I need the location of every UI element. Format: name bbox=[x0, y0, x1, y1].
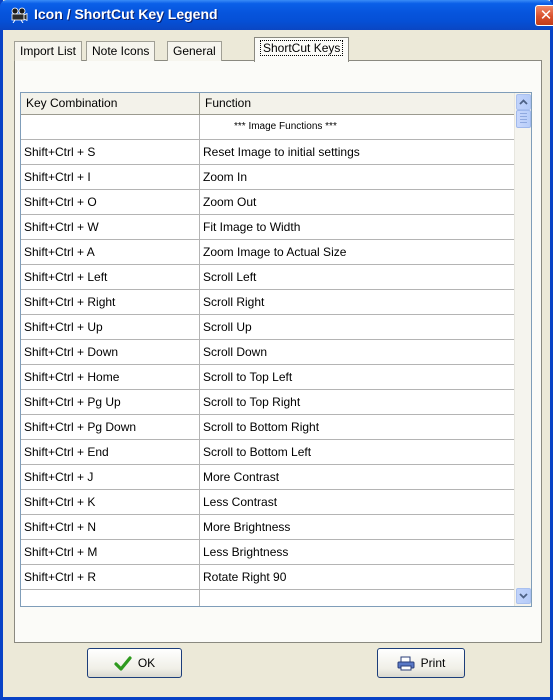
function-cell: More Contrast bbox=[200, 465, 516, 489]
table-row[interactable]: Shift+Ctrl + K Less Contrast bbox=[21, 490, 516, 515]
function-cell: More Brightness bbox=[200, 515, 516, 539]
key-combination-cell: Shift+Ctrl + Pg Up bbox=[21, 390, 200, 414]
function-cell: Reset Image to initial settings bbox=[200, 140, 516, 164]
key-combination-cell bbox=[21, 115, 200, 139]
key-combination-cell: Shift+Ctrl + Pg Down bbox=[21, 415, 200, 439]
table-row[interactable]: Shift+Ctrl + I Zoom In bbox=[21, 165, 516, 190]
tab-import-list[interactable]: Import List bbox=[14, 41, 83, 61]
vertical-scrollbar[interactable] bbox=[514, 93, 531, 606]
key-combination-cell: Shift+Ctrl + Down bbox=[21, 340, 200, 364]
function-cell: Scroll Right bbox=[200, 290, 516, 314]
key-combination-cell: Shift+Ctrl + Right bbox=[21, 290, 200, 314]
function-cell: Less Brightness bbox=[200, 540, 516, 564]
key-combination-cell: Shift+Ctrl + I bbox=[21, 165, 200, 189]
function-cell: Zoom Out bbox=[200, 190, 516, 214]
key-combination-cell: Shift+Ctrl + W bbox=[21, 215, 200, 239]
tab-general[interactable]: General bbox=[167, 41, 222, 61]
table-row[interactable]: Shift+Ctrl + A Zoom Image to Actual Size bbox=[21, 240, 516, 265]
ok-label: OK bbox=[137, 656, 156, 670]
key-combination-cell: Shift+Ctrl + A bbox=[21, 240, 200, 264]
shortcut-grid[interactable]: Key Combination Function *** Image Funct… bbox=[20, 92, 532, 607]
print-label: Print bbox=[420, 656, 446, 670]
close-icon: ✕ bbox=[539, 7, 553, 24]
key-combination-cell: Shift+Ctrl + J bbox=[21, 465, 200, 489]
table-row[interactable]: Shift+Ctrl + End Scroll to Bottom Left bbox=[21, 440, 516, 465]
table-row[interactable]: Shift+Ctrl + Up Scroll Up bbox=[21, 315, 516, 340]
window-title: Icon / ShortCut Key Legend bbox=[34, 6, 218, 22]
key-combination-cell: Shift+Ctrl + Left bbox=[21, 265, 200, 289]
key-combination-cell: Shift+Ctrl + K bbox=[21, 490, 200, 514]
table-row[interactable]: Shift+Ctrl + R Rotate Right 90 bbox=[21, 565, 516, 590]
tab-label: Import List bbox=[20, 44, 77, 58]
function-cell: Scroll Down bbox=[200, 340, 516, 364]
tab-label: General bbox=[173, 44, 216, 58]
table-row[interactable]: Shift+Ctrl + Down Scroll Down bbox=[21, 340, 516, 365]
key-combination-cell: Shift+Ctrl + Up bbox=[21, 315, 200, 339]
function-cell: *** Image Functions *** bbox=[200, 115, 516, 139]
key-combination-cell: Shift+Ctrl + R bbox=[21, 565, 200, 589]
table-row[interactable]: Shift+Ctrl + Pg Up Scroll to Top Right bbox=[21, 390, 516, 415]
table-row[interactable]: Shift+Ctrl + Left Scroll Left bbox=[21, 265, 516, 290]
scroll-down-button[interactable] bbox=[516, 588, 531, 604]
function-cell: Scroll Up bbox=[200, 315, 516, 339]
key-combination-cell: Shift+Ctrl + Home bbox=[21, 365, 200, 389]
table-row[interactable]: Shift+Ctrl + W Fit Image to Width bbox=[21, 215, 516, 240]
chevron-down-icon bbox=[519, 593, 528, 599]
tab-label: ShortCut Keys bbox=[260, 40, 344, 56]
close-button[interactable]: ✕ bbox=[535, 5, 553, 26]
table-row[interactable] bbox=[21, 590, 516, 606]
table-row[interactable]: *** Image Functions *** bbox=[21, 115, 516, 140]
table-row[interactable]: Shift+Ctrl + S Reset Image to initial set… bbox=[21, 140, 516, 165]
function-cell: Less Contrast bbox=[200, 490, 516, 514]
function-cell: Scroll Left bbox=[200, 265, 516, 289]
function-cell: Scroll to Bottom Right bbox=[200, 415, 516, 439]
column-header-function[interactable]: Function bbox=[200, 93, 516, 114]
legend-dialog: Icon / ShortCut Key Legend ✕ Import List… bbox=[0, 0, 553, 700]
function-cell: Scroll to Bottom Left bbox=[200, 440, 516, 464]
key-combination-cell: Shift+Ctrl + M bbox=[21, 540, 200, 564]
table-row[interactable]: Shift+Ctrl + N More Brightness bbox=[21, 515, 516, 540]
table-row[interactable]: Shift+Ctrl + Home Scroll to Top Left bbox=[21, 365, 516, 390]
table-row[interactable]: Shift+Ctrl + Pg Down Scroll to Bottom Rig… bbox=[21, 415, 516, 440]
function-cell: Zoom Image to Actual Size bbox=[200, 240, 516, 264]
scroll-thumb[interactable] bbox=[516, 110, 531, 128]
function-cell: Fit Image to Width bbox=[200, 215, 516, 239]
key-combination-cell: Shift+Ctrl + S bbox=[21, 140, 200, 164]
key-combination-cell bbox=[21, 590, 200, 606]
function-cell: Scroll to Top Left bbox=[200, 365, 516, 389]
table-row[interactable]: Shift+Ctrl + J More Contrast bbox=[21, 465, 516, 490]
key-combination-cell: Shift+Ctrl + O bbox=[21, 190, 200, 214]
print-button[interactable]: Print bbox=[377, 648, 465, 678]
function-cell bbox=[200, 590, 516, 606]
grid-rows: *** Image Functions *** Shift+Ctrl + S Res… bbox=[21, 115, 516, 606]
tab-shortcut-keys[interactable]: ShortCut Keys bbox=[254, 37, 350, 62]
title-bar[interactable]: Icon / ShortCut Key Legend ✕ bbox=[0, 0, 553, 30]
tab-note-icons[interactable]: Note Icons bbox=[86, 41, 156, 61]
function-cell: Scroll to Top Right bbox=[200, 390, 516, 414]
ok-button[interactable]: OK bbox=[87, 648, 182, 678]
checkmark-icon bbox=[114, 655, 132, 671]
key-combination-cell: Shift+Ctrl + N bbox=[21, 515, 200, 539]
printer-icon bbox=[397, 656, 415, 670]
key-combination-cell: Shift+Ctrl + End bbox=[21, 440, 200, 464]
function-cell: Zoom In bbox=[200, 165, 516, 189]
chevron-up-icon bbox=[519, 99, 528, 105]
film-projector-icon bbox=[11, 7, 28, 23]
function-cell: Rotate Right 90 bbox=[200, 565, 516, 589]
tab-label: Note Icons bbox=[92, 44, 150, 58]
column-header-key[interactable]: Key Combination bbox=[21, 93, 200, 114]
grid-header: Key Combination Function bbox=[21, 93, 516, 115]
table-row[interactable]: Shift+Ctrl + M Less Brightness bbox=[21, 540, 516, 565]
scroll-up-button[interactable] bbox=[516, 94, 531, 110]
table-row[interactable]: Shift+Ctrl + O Zoom Out bbox=[21, 190, 516, 215]
table-row[interactable]: Shift+Ctrl + Right Scroll Right bbox=[21, 290, 516, 315]
